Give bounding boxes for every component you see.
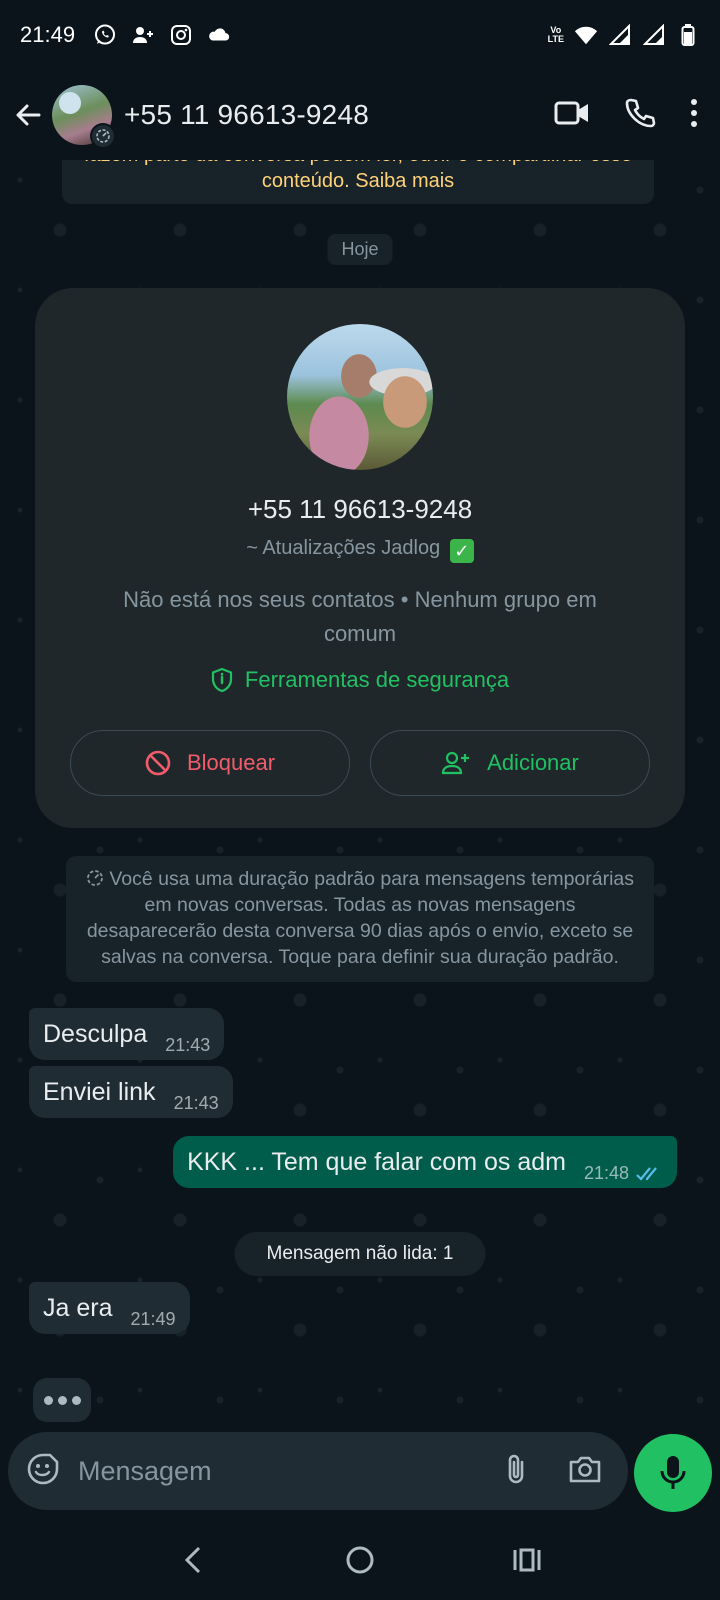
chat-header: +55 11 96613-9248: [0, 70, 720, 160]
message-meta: 21:48: [584, 1163, 663, 1184]
chat-area[interactable]: fazem parte da conversa podem ler, ouvir…: [0, 160, 720, 1430]
nav-back-icon: [185, 1546, 201, 1574]
add-contact-button[interactable]: Adicionar: [370, 730, 650, 796]
more-options-icon[interactable]: [690, 98, 698, 133]
add-contact-label: Adicionar: [487, 750, 579, 775]
block-label: Bloquear: [186, 750, 276, 775]
signal-icon: [608, 23, 632, 47]
date-chip: Hoje: [327, 234, 393, 265]
typing-dot: [71, 1395, 81, 1405]
nav-home-icon: [346, 1546, 374, 1574]
timer-notice-text: Você usa uma duração padrão para mensage…: [86, 868, 635, 968]
nav-recents-button[interactable]: [507, 1540, 547, 1580]
add-person-icon: [442, 751, 470, 775]
message-composer: [8, 1432, 628, 1510]
instagram-icon: [169, 23, 193, 47]
card-buttons: Bloquear Adicionar: [70, 730, 650, 796]
video-call-icon[interactable]: [554, 99, 590, 132]
profile-number: +55 11 96613-9248: [247, 494, 473, 524]
wifi-icon: [574, 23, 598, 47]
timer-icon: [87, 870, 103, 886]
nav-home-button[interactable]: [340, 1540, 380, 1580]
security-tools-label: Ferramentas de segurança: [244, 667, 510, 692]
camera-icon[interactable]: [568, 1454, 602, 1489]
message-text: Desculpa: [43, 1020, 148, 1048]
typing-dot: [57, 1395, 67, 1405]
message-input[interactable]: [78, 1455, 504, 1487]
contact-info-card: +55 11 96613-9248 ~ Atualizações Jadlog …: [35, 288, 685, 828]
nav-back-button[interactable]: [173, 1540, 213, 1580]
shield-icon: [211, 667, 233, 693]
profile-avatar[interactable]: [287, 324, 433, 470]
unread-messages-chip: Mensagem não lida: 1: [234, 1232, 486, 1276]
typing-dot: [43, 1395, 53, 1405]
disappearing-messages-notice[interactable]: Você usa uma duração padrão para mensage…: [66, 856, 654, 982]
message-time: 21:43: [173, 1093, 219, 1113]
notification-icons: [93, 23, 231, 47]
disappearing-timer-icon: [90, 123, 116, 149]
signal-icon: [642, 23, 666, 47]
microphone-icon: [660, 1456, 686, 1489]
whatsapp-icon: [93, 23, 117, 47]
profile-name-text: ~ Atualizações Jadlog: [246, 537, 441, 559]
profile-subtitle: Não está nos seus contatos • Nenhum grup…: [123, 587, 597, 646]
message-bubble-outgoing[interactable]: KKK ... Tem que falar com os adm 21:48: [173, 1136, 677, 1188]
encryption-notice[interactable]: fazem parte da conversa podem ler, ouvir…: [62, 160, 654, 204]
voice-call-icon[interactable]: [624, 97, 656, 134]
security-tools-link[interactable]: Ferramentas de segurança: [35, 667, 685, 693]
message-time: 21:43: [165, 1035, 211, 1055]
composer-actions: [504, 1452, 602, 1491]
block-button[interactable]: Bloquear: [70, 730, 350, 796]
battery-icon: [676, 23, 700, 47]
profile-name: ~ Atualizações Jadlog ✓: [35, 537, 685, 563]
block-icon: [145, 750, 171, 776]
message-text: Enviei link: [43, 1078, 156, 1106]
back-button[interactable]: [10, 97, 46, 133]
system-navigation-bar: [0, 1520, 720, 1600]
attach-icon[interactable]: [504, 1452, 528, 1491]
message-bubble-incoming[interactable]: Ja era 21:49: [29, 1282, 190, 1334]
back-arrow-icon: [16, 104, 41, 126]
volte-icon: Vo LTE: [547, 25, 564, 44]
system-icons: Vo LTE: [548, 23, 700, 47]
read-ticks-icon: [636, 1166, 657, 1181]
message-bubble-incoming[interactable]: Desculpa 21:43: [29, 1008, 225, 1060]
nav-recents-icon: [513, 1548, 541, 1572]
header-actions: [554, 97, 698, 134]
cloud-icon: [207, 23, 231, 47]
add-contact-icon: [131, 23, 155, 47]
voice-message-button[interactable]: [634, 1434, 712, 1512]
emoji-icon[interactable]: [26, 1452, 60, 1491]
contact-avatar[interactable]: [52, 85, 116, 149]
status-bar: 21:49 Vo LTE: [0, 0, 720, 70]
status-time: 21:49: [20, 22, 76, 47]
contact-title[interactable]: +55 11 96613-9248: [124, 99, 369, 131]
message-bubble-incoming[interactable]: Enviei link 21:43: [29, 1066, 233, 1118]
message-time: 21:48: [583, 1163, 629, 1183]
typing-indicator: [33, 1378, 91, 1422]
message-text: Ja era: [43, 1294, 113, 1322]
message-text: KKK ... Tem que falar com os adm: [187, 1148, 566, 1176]
check-mark-icon: ✓: [449, 539, 474, 563]
message-time: 21:49: [130, 1309, 176, 1329]
